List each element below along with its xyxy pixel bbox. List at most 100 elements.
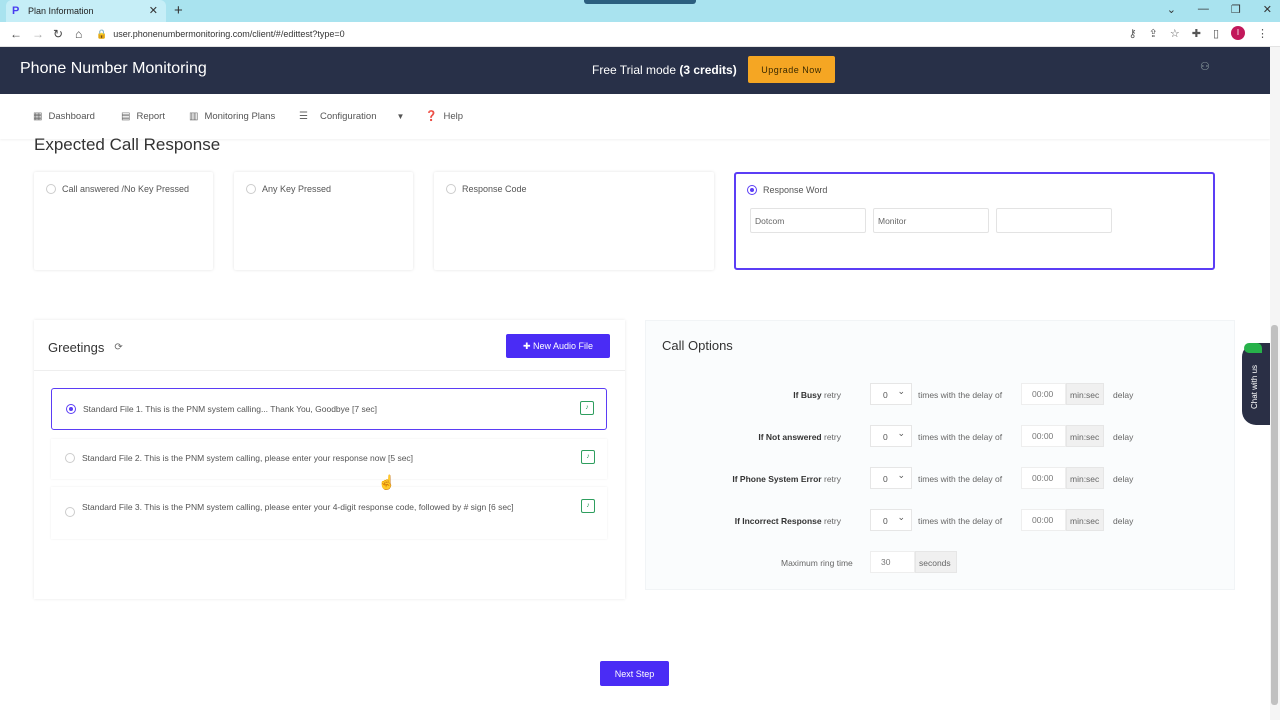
call-options-title: Call Options [662, 338, 733, 353]
radio-button[interactable] [246, 184, 256, 194]
tab-close-icon[interactable]: ✕ [149, 4, 158, 17]
delay-time-input[interactable]: 00:00 [1021, 467, 1066, 489]
radio-button[interactable] [65, 507, 75, 517]
response-word-input-1[interactable] [750, 208, 866, 233]
help-icon: ❓ [425, 111, 438, 122]
url-field[interactable]: 🔒 user.phonenumbermonitoring.com/client/#… [96, 26, 1256, 43]
unit-label: min:sec [1066, 425, 1104, 447]
forward-icon[interactable]: → [32, 27, 44, 41]
option-row-not-answered: If Not answered retry 0 times with the d… [646, 425, 1236, 447]
restore-icon[interactable]: ❐ [1231, 3, 1241, 16]
radio-button[interactable] [446, 184, 456, 194]
divider [34, 370, 625, 371]
retry-count-select[interactable]: 0 [870, 383, 912, 405]
plus-icon: ✚ [522, 340, 533, 351]
delay-time-input[interactable]: 00:00 [1021, 425, 1066, 447]
share-icon[interactable]: ⇪ [1149, 27, 1158, 40]
sliders-icon: ☰ [299, 111, 308, 122]
sidebar-icon[interactable]: ▯ [1213, 27, 1219, 40]
grid-icon: ▥ [189, 111, 199, 122]
upgrade-button[interactable]: Upgrade Now [748, 56, 835, 83]
response-option-no-key[interactable]: Call answered /No Key Pressed [34, 172, 213, 270]
greeting-item-3[interactable]: Standard File 3. This is the PNM system … [51, 487, 607, 539]
retry-count-select[interactable]: 0 [870, 425, 912, 447]
nav-monitoring-plans[interactable]: ▥ Monitoring Plans [189, 111, 275, 122]
site-favicon-icon: P [12, 5, 20, 17]
browser-tabbar: P Plan Information ✕ + ⌄ — ❐ ✕ [0, 0, 1280, 22]
chevron-down-icon: ▼ [396, 112, 405, 121]
unit-label: min:sec [1066, 509, 1104, 531]
retry-count-select[interactable]: 0 [870, 467, 912, 489]
option-label: Any Key Pressed [262, 184, 332, 194]
url-text: user.phonenumbermonitoring.com/client/#/… [113, 29, 345, 39]
nav-dashboard[interactable]: ▦ Dashboard [33, 111, 95, 122]
audio-file-icon[interactable]: ♪ [581, 450, 595, 464]
response-word-input-2[interactable] [873, 208, 989, 233]
chat-label: Chat with us [1250, 364, 1259, 409]
report-icon: ▤ [121, 111, 131, 122]
back-icon[interactable]: ← [10, 27, 22, 41]
star-icon[interactable]: ☆ [1170, 27, 1180, 40]
option-row-busy: If Busy retry 0 times with the delay of … [646, 383, 1236, 405]
new-audio-file-button[interactable]: ✚ New Audio File [506, 334, 610, 358]
audio-file-icon[interactable]: ♪ [581, 499, 595, 513]
delay-time-input[interactable]: 00:00 [1021, 383, 1066, 405]
key-icon[interactable]: ⚷ [1129, 27, 1137, 40]
row-tail-text: delay [1113, 390, 1134, 400]
nav-report[interactable]: ▤ Report [121, 111, 165, 122]
nav-help[interactable]: ❓ Help [425, 111, 463, 122]
browser-tab[interactable]: P Plan Information ✕ [6, 0, 166, 22]
row-label: If Busy retry [793, 390, 841, 400]
trial-credits: (3 credits) [679, 63, 737, 77]
greetings-title: Greetings [48, 340, 105, 355]
greetings-panel: Greetings ⟳ ✚ New Audio File Standard Fi… [34, 320, 625, 599]
row-tail-text: delay [1113, 432, 1134, 442]
address-bar: ← → ↻ ⌂ 🔒 user.phonenumbermonitoring.com/… [0, 22, 1280, 47]
new-tab-icon[interactable]: + [174, 2, 183, 19]
greeting-item-2[interactable]: Standard File 2. This is the PNM system … [51, 439, 607, 479]
chat-leaf-icon [1244, 343, 1262, 353]
reload-icon[interactable]: ↻ [53, 27, 63, 41]
home-icon[interactable]: ⌂ [75, 27, 82, 41]
radio-button-selected[interactable] [747, 185, 757, 195]
profile-avatar-icon[interactable]: I [1231, 26, 1245, 40]
scrollbar-thumb[interactable] [1271, 325, 1278, 705]
tab-search-icon[interactable]: ⌄ [1167, 3, 1176, 16]
option-row-system-error: If Phone System Error retry 0 times with… [646, 467, 1236, 489]
response-word-input-3[interactable] [996, 208, 1112, 233]
row-mid-text: times with the delay of [918, 390, 1003, 400]
audio-file-icon[interactable]: ♪ [580, 401, 594, 415]
mouse-pointer-icon: ☝ [378, 474, 396, 490]
retry-count-select[interactable]: 0 [870, 509, 912, 531]
dashboard-icon: ▦ [33, 111, 43, 122]
radio-button-selected[interactable] [66, 404, 76, 414]
response-option-code[interactable]: Response Code [434, 172, 714, 270]
lock-icon: 🔒 [96, 29, 108, 39]
ring-unit-label: seconds [915, 551, 957, 573]
ring-label: Maximum ring time [781, 558, 853, 568]
row-tail-text: delay [1113, 474, 1134, 484]
response-option-any-key[interactable]: Any Key Pressed [234, 172, 413, 270]
close-window-icon[interactable]: ✕ [1263, 3, 1272, 16]
user-menu[interactable]: ⚇ [1200, 60, 1260, 80]
menu-dots-icon[interactable]: ⋮ [1257, 27, 1268, 40]
nav-label: Report [136, 111, 165, 122]
extensions-icon[interactable]: ✚ [1192, 27, 1201, 40]
trial-label: Free Trial mode [592, 63, 680, 77]
greeting-text: Standard File 1. This is the PNM system … [83, 404, 378, 414]
ring-time-input[interactable]: 30 [870, 551, 915, 573]
greeting-item-1[interactable]: Standard File 1. This is the PNM system … [51, 388, 607, 430]
response-option-word[interactable]: Response Word [734, 172, 1215, 270]
chat-widget[interactable]: Chat with us [1242, 343, 1270, 425]
next-step-button[interactable]: Next Step [600, 661, 669, 686]
tab-drag-marker [584, 0, 696, 4]
row-tail-text: delay [1113, 516, 1134, 526]
radio-button[interactable] [65, 453, 75, 463]
refresh-icon[interactable]: ⟳ [114, 342, 122, 353]
nav-configuration[interactable]: ☰ Configuration ▼ [299, 111, 404, 122]
minimize-icon[interactable]: — [1198, 3, 1209, 16]
radio-button[interactable] [46, 184, 56, 194]
window-controls: ⌄ — ❐ ✕ [1167, 3, 1272, 16]
delay-time-input[interactable]: 00:00 [1021, 509, 1066, 531]
trial-status: Free Trial mode (3 credits) [592, 63, 737, 77]
